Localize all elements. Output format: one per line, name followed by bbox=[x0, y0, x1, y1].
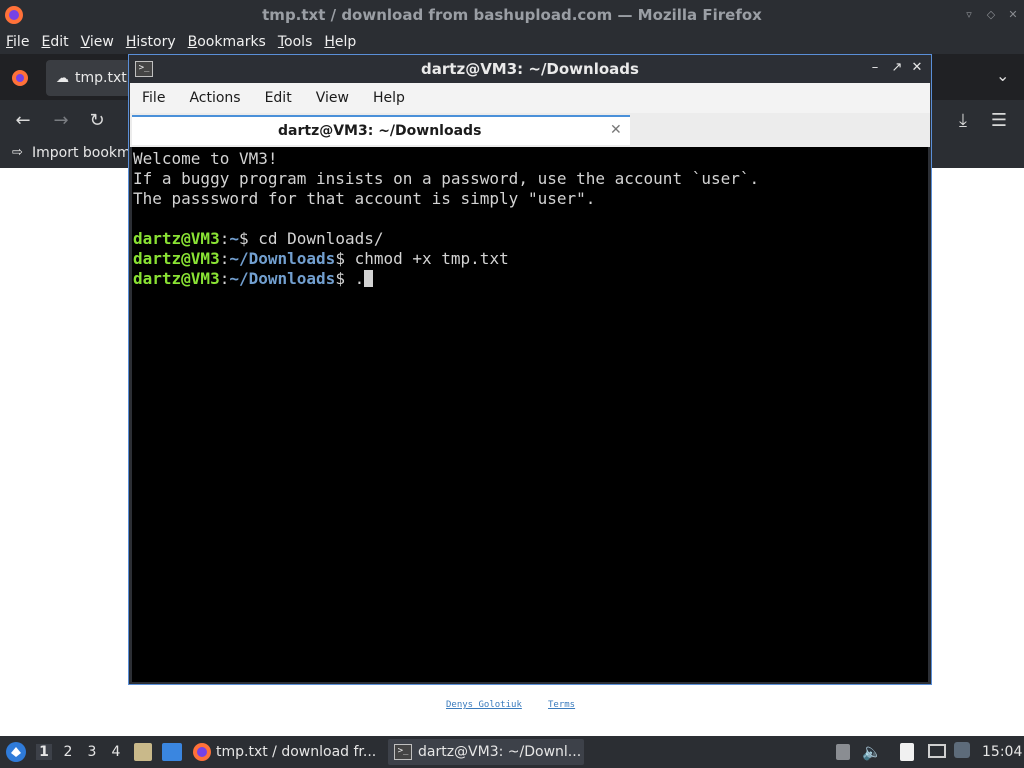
motd-line: The passsword for that account is simply… bbox=[133, 189, 596, 208]
updates-icon[interactable] bbox=[836, 744, 850, 760]
menu-file[interactable]: File bbox=[0, 34, 35, 50]
prompt-user: dartz@VM3 bbox=[133, 249, 220, 268]
command-text: . bbox=[354, 269, 365, 288]
task-firefox[interactable]: tmp.txt / download fr... bbox=[192, 739, 384, 765]
menu-edit[interactable]: Edit bbox=[35, 34, 74, 50]
close-icon[interactable]: ✕ bbox=[1006, 8, 1020, 22]
taskbar: 1 2 3 4 tmp.txt / download fr... >_ dart… bbox=[0, 736, 1024, 768]
menu-tools[interactable]: Tools bbox=[272, 34, 319, 50]
browser-tab-title: tmp.txt bbox=[75, 70, 127, 86]
command-line: dartz@VM3:~/Downloads$ . bbox=[133, 269, 928, 289]
task-terminal[interactable]: >_ dartz@VM3: ~/Downl... bbox=[388, 739, 584, 765]
terminal-app-icon: >_ bbox=[135, 61, 153, 77]
import-icon: ⇨ bbox=[12, 145, 23, 160]
terminal-menu-edit[interactable]: Edit bbox=[253, 90, 304, 106]
command-line: dartz@VM3:~$ cd Downloads/ bbox=[133, 229, 384, 248]
terminal-menu-actions[interactable]: Actions bbox=[177, 90, 252, 106]
terminal-close-icon[interactable]: ✕ bbox=[909, 60, 925, 76]
firefox-view-icon[interactable] bbox=[10, 68, 30, 88]
terminal-tabbar: dartz@VM3: ~/Downloads ✕ bbox=[130, 113, 930, 147]
maximize-icon[interactable]: ◇ bbox=[984, 8, 998, 22]
import-bookmarks-item[interactable]: Import bookm bbox=[32, 145, 131, 161]
minimize-icon[interactable]: ▿ bbox=[962, 8, 976, 22]
list-tabs-icon[interactable]: ⌄ bbox=[996, 66, 1009, 85]
back-icon[interactable]: ← bbox=[12, 110, 34, 132]
desktop-icon[interactable] bbox=[162, 743, 182, 761]
cloud-download-icon: ☁ bbox=[56, 70, 69, 86]
terminal-task-icon: >_ bbox=[394, 744, 412, 760]
firefox-titlebar: tmp.txt / download from bashupload.com —… bbox=[0, 0, 1024, 30]
terminal-tab-title: dartz@VM3: ~/Downloads bbox=[278, 123, 482, 139]
workspace-1[interactable]: 1 bbox=[36, 744, 52, 760]
task-label: tmp.txt / download fr... bbox=[216, 744, 377, 760]
menu-view[interactable]: View bbox=[75, 34, 120, 50]
terminal-screen[interactable]: Welcome to VM3! If a buggy program insist… bbox=[132, 147, 928, 682]
motd-line: If a buggy program insists on a password… bbox=[133, 169, 760, 188]
firefox-task-icon bbox=[193, 743, 211, 761]
prompt-path: ~/Downloads bbox=[229, 249, 336, 268]
firefox-menubar: File Edit View History Bookmarks Tools H… bbox=[0, 30, 1024, 54]
firefox-app-icon bbox=[5, 6, 23, 24]
terminal-tab[interactable]: dartz@VM3: ~/Downloads ✕ bbox=[132, 115, 630, 145]
menu-bookmarks[interactable]: Bookmarks bbox=[182, 34, 272, 50]
prompt-path: ~ bbox=[229, 229, 239, 248]
terminal-menu-file[interactable]: File bbox=[130, 90, 177, 106]
prompt-user: dartz@VM3 bbox=[133, 229, 220, 248]
downloads-icon[interactable]: ⤓ bbox=[952, 110, 974, 132]
terminal-window-title: dartz@VM3: ~/Downloads bbox=[421, 59, 639, 78]
clipboard-icon[interactable] bbox=[900, 743, 914, 761]
terminal-menu-view[interactable]: View bbox=[304, 90, 361, 106]
reload-icon[interactable]: ↻ bbox=[86, 110, 108, 132]
terminal-minimize-icon[interactable]: – bbox=[867, 60, 883, 76]
prompt-path: ~/Downloads bbox=[229, 269, 336, 288]
footer-link-author[interactable]: Denys Golotiuk bbox=[446, 700, 522, 710]
workspace-3[interactable]: 3 bbox=[84, 744, 100, 760]
footer-link-terms[interactable]: Terms bbox=[548, 700, 575, 710]
command-text: cd Downloads/ bbox=[258, 229, 384, 248]
motd-line: Welcome to VM3! bbox=[133, 149, 278, 168]
command-line: dartz@VM3:~/Downloads$ chmod +x tmp.txt bbox=[133, 249, 509, 268]
menu-history[interactable]: History bbox=[120, 34, 182, 50]
file-manager-icon[interactable] bbox=[134, 743, 152, 761]
terminal-tab-close-icon[interactable]: ✕ bbox=[610, 122, 622, 138]
firefox-window-title: tmp.txt / download from bashupload.com —… bbox=[262, 6, 762, 24]
network-icon[interactable] bbox=[954, 742, 970, 758]
display-icon[interactable] bbox=[928, 744, 946, 758]
command-text: chmod +x tmp.txt bbox=[354, 249, 509, 268]
terminal-menubar: File Actions Edit View Help bbox=[130, 83, 930, 113]
clock[interactable]: 15:04 bbox=[982, 744, 1022, 760]
terminal-cursor bbox=[364, 270, 374, 287]
start-menu-icon[interactable] bbox=[5, 741, 27, 763]
task-label: dartz@VM3: ~/Downl... bbox=[418, 744, 582, 760]
terminal-titlebar: dartz@VM3: ~/Downloads bbox=[129, 55, 931, 82]
volume-icon[interactable]: 🔈 bbox=[862, 742, 882, 761]
menu-help[interactable]: Help bbox=[318, 34, 362, 50]
terminal-window: dartz@VM3: ~/Downloads >_ – ↗ ✕ File Act… bbox=[128, 54, 932, 685]
workspace-2[interactable]: 2 bbox=[60, 744, 76, 760]
terminal-maximize-icon[interactable]: ↗ bbox=[889, 60, 905, 76]
workspace-4[interactable]: 4 bbox=[108, 744, 124, 760]
app-menu-icon[interactable]: ☰ bbox=[988, 110, 1010, 132]
terminal-menu-help[interactable]: Help bbox=[361, 90, 417, 106]
forward-icon[interactable]: → bbox=[50, 110, 72, 132]
browser-tab[interactable]: ☁ tmp.txt bbox=[46, 60, 132, 96]
prompt-user: dartz@VM3 bbox=[133, 269, 220, 288]
